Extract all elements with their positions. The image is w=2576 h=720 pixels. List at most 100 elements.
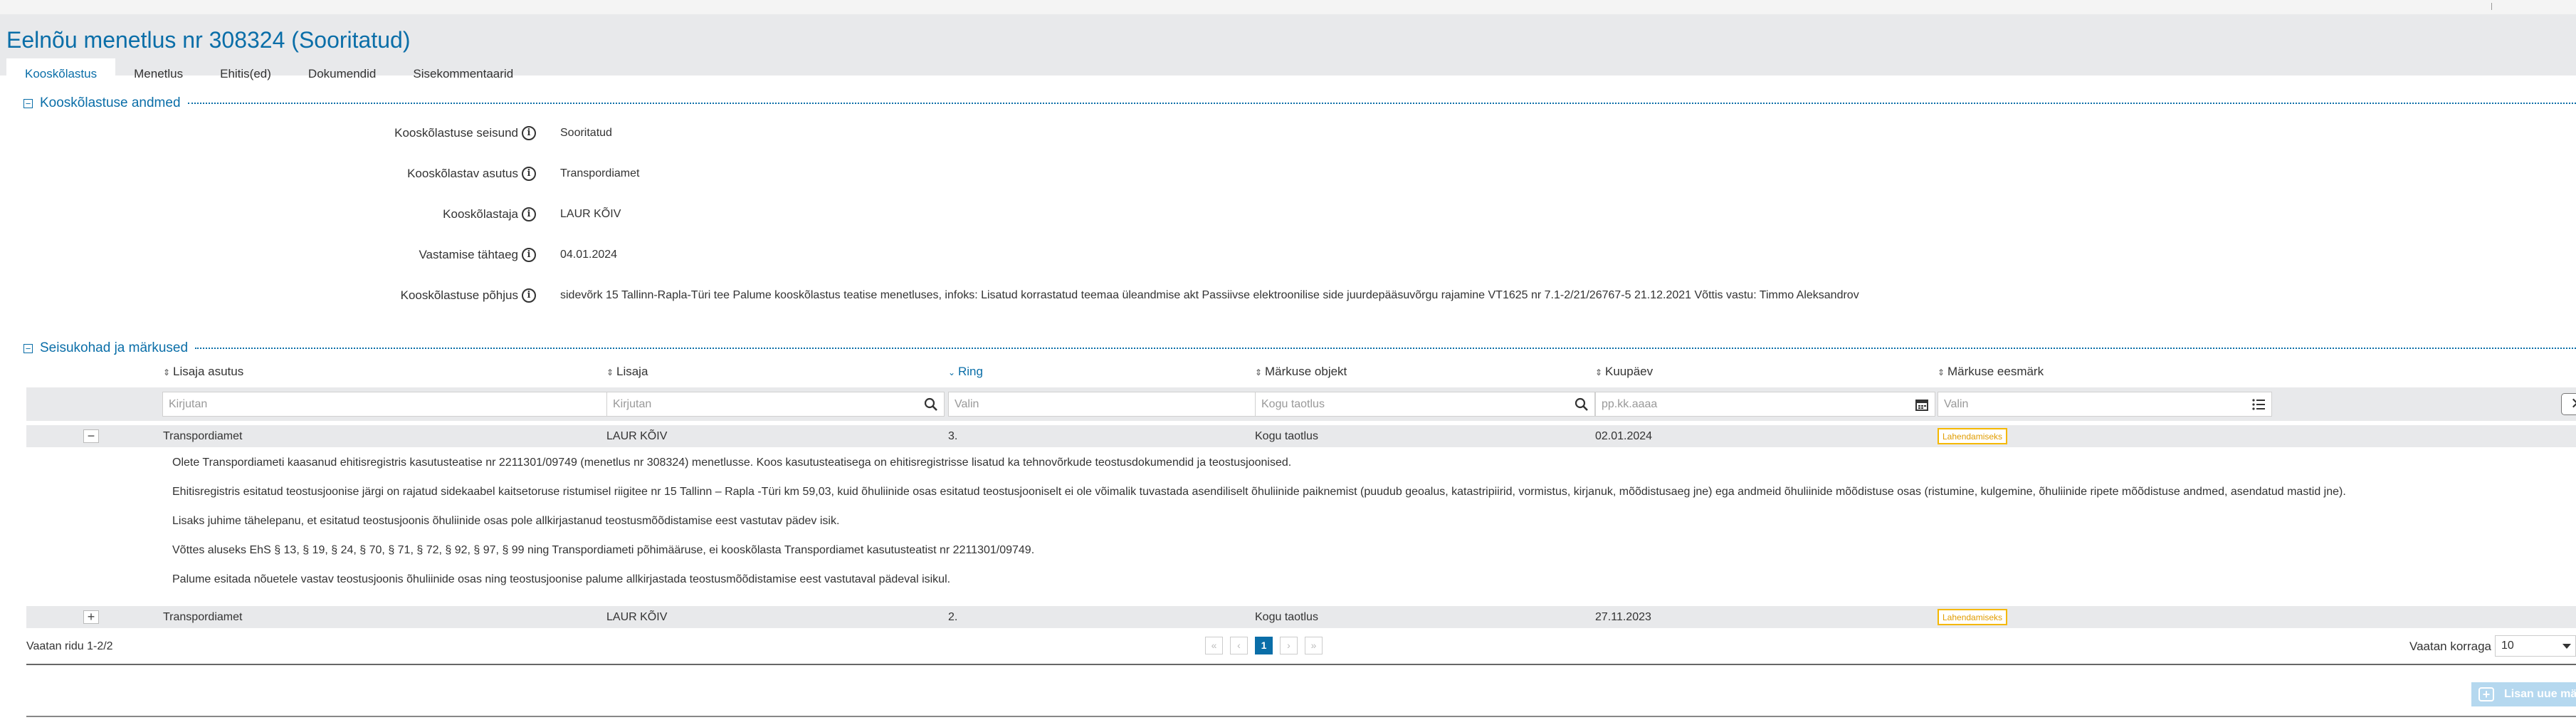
filter-kuupaev-input[interactable] [1596,392,1935,416]
filter-kuupaev [1595,392,1935,417]
section-title: Kooskõlastuse andmed [40,95,181,110]
field-row-asutus: Kooskõlastav asutus i Transpordiamet [0,165,2576,182]
sort-icon: ⇕ [1255,367,1263,377]
column-header-markuse-eesmark[interactable]: ⇕ Märkuse eesmärk [1938,364,2044,380]
column-header-markuse-objekt[interactable]: ⇕ Märkuse objekt [1255,364,1347,380]
column-header-lisaja-asutus[interactable]: ⇕ Lisaja asutus [163,364,243,380]
sort-icon: ⇕ [1938,367,1945,377]
info-icon[interactable]: i [522,288,536,303]
column-header-ring[interactable]: ⌄ Ring [948,364,983,380]
filter-lisaja-asutus [162,392,631,417]
status-badge: Lahendamiseks [1938,609,2008,625]
tab-menetlus[interactable]: Menetlus [115,58,201,90]
column-header-kuupaev[interactable]: ⇕ Kuupäev [1595,364,1653,380]
status-badge: Lahendamiseks [1938,428,2008,444]
chevron-down-icon [2562,644,2571,649]
cell-ring: 2. [948,611,958,623]
page-size-label: Vaatan korraga [2409,640,2491,653]
field-label: Kooskõlastuse seisund [394,126,518,140]
field-row-seisund: Kooskõlastuse seisund i Sooritatud [0,125,2576,142]
search-icon[interactable] [924,397,938,412]
remark-paragraph: Võttes aluseks EhS § 13, § 19, § 24, § 7… [172,544,1035,556]
cell-markuse-objekt: Kogu taotlus [1255,430,1318,442]
tab-kooskolastus[interactable]: Kooskõlastus [6,58,116,90]
cell-ring: 3. [948,430,958,442]
add-remark-label: Lisan uue märkuse [2504,688,2576,700]
cell-lisaja: LAUR KÕIV [606,430,668,442]
page-size-value: 10 [2501,640,2514,652]
field-label: Kooskõlastuse põhjus [400,288,518,302]
top-strip-divider [2491,3,2492,10]
field-value: sidevõrk 15 Tallinn-Rapla-Türi tee Palum… [560,289,1859,301]
section-title: Seisukohad ja märkused [40,340,189,355]
table-row[interactable]: + Transpordiamet LAUR KÕIV 2. Kogu taotl… [26,606,2576,628]
row-count: Vaatan ridu 1-2/2 [26,640,113,652]
last-page-button[interactable]: » [1305,637,1323,654]
add-remark-button[interactable]: + Lisan uue märkuse [2471,682,2576,706]
info-icon[interactable]: i [522,207,536,221]
sort-desc-icon: ⌄ [948,367,956,377]
section-divider [195,348,2576,349]
table-row[interactable]: − Transpordiamet LAUR KÕIV 3. Kogu taotl… [26,425,2576,447]
remark-paragraph: Ehitisregistris esitatud teostusjoonise … [172,486,2346,498]
info-icon[interactable]: i [522,126,536,140]
info-icon[interactable]: i [522,248,536,262]
first-page-button[interactable]: « [1205,637,1223,654]
section-divider [187,103,2576,104]
prev-page-button[interactable]: ‹ [1230,637,1248,654]
calendar-icon[interactable] [1915,397,1929,412]
plus-icon: + [2478,687,2494,701]
next-page-button[interactable]: › [1280,637,1298,654]
field-row-kooskolastaja: Kooskõlastaja i LAUR KÕIV [0,206,2576,223]
field-value: 04.01.2024 [560,249,618,261]
page-size-select[interactable]: 10 [2495,635,2576,657]
info-icon[interactable]: i [522,167,536,181]
filter-markuse-eesmark [1938,392,2272,417]
sort-icon: ⇕ [163,367,171,377]
cell-lisaja-asutus: Transpordiamet [163,430,243,442]
browser-top-strip [0,0,2576,15]
tab-ehitised[interactable]: Ehitis(ed) [201,58,290,90]
section-kooskolastuse-andmed-header: − Kooskõlastuse andmed [23,95,2576,111]
search-icon[interactable] [1574,397,1589,412]
cell-lisaja-asutus: Transpordiamet [163,611,243,623]
row-expand-button[interactable]: + [83,610,99,624]
row-collapse-button[interactable]: − [83,429,99,443]
filter-bar: ✕ [26,387,2576,421]
list-icon[interactable] [2251,397,2266,412]
page-1-button[interactable]: 1 [1255,637,1273,654]
filter-lisaja-input[interactable] [607,392,944,416]
filter-ring [948,392,1279,417]
cell-markuse-objekt: Kogu taotlus [1255,611,1318,623]
clear-filters-button[interactable]: ✕ [2561,393,2576,415]
tab-dokumendid[interactable]: Dokumendid [290,58,394,90]
column-header-lisaja[interactable]: ⇕ Lisaja [606,364,648,380]
field-row-tahtaeg: Vastamise tähtaeg i 04.01.2024 [0,246,2576,264]
header-band: Eelnõu menetlus nr 308324 (Sooritatud) K… [0,14,2576,90]
tab-sisekommentaarid[interactable]: Sisekommentaarid [394,58,532,90]
filter-markuse-objekt-input[interactable] [1256,392,1594,416]
page-title: Eelnõu menetlus nr 308324 (Sooritatud) [6,27,411,53]
section-seisukohad-header: − Seisukohad ja märkused [23,340,2576,356]
remark-paragraph: Olete Transpordiameti kaasanud ehitisreg… [172,456,1292,469]
sort-icon: ⇕ [1595,367,1603,377]
field-label: Vastamise tähtaeg [419,248,518,261]
tab-bar: Kooskõlastus Menetlus Ehitis(ed) Dokumen… [6,58,532,90]
pagination: « ‹ 1 › » [1205,637,1330,654]
cell-kuupaev: 27.11.2023 [1595,611,1651,623]
section-collapse-toggle[interactable]: − [23,343,33,353]
sort-icon: ⇕ [606,367,614,377]
filter-ring-input[interactable] [949,392,1278,416]
section-collapse-toggle[interactable]: − [23,98,33,108]
filter-lisaja-asutus-input[interactable] [163,392,631,416]
cell-kuupaev: 02.01.2024 [1595,430,1653,442]
filter-markuse-objekt [1255,392,1595,417]
filter-lisaja [606,392,945,417]
remark-paragraph: Lisaks juhime tähelepanu, et esitatud te… [172,515,840,527]
field-value: Sooritatud [560,127,612,139]
table-bottom-divider [26,664,2576,665]
cell-lisaja: LAUR KÕIV [606,611,668,623]
filter-markuse-eesmark-input[interactable] [1938,392,2271,416]
field-label: Kooskõlastaja [443,207,518,221]
field-value: LAUR KÕIV [560,208,621,220]
